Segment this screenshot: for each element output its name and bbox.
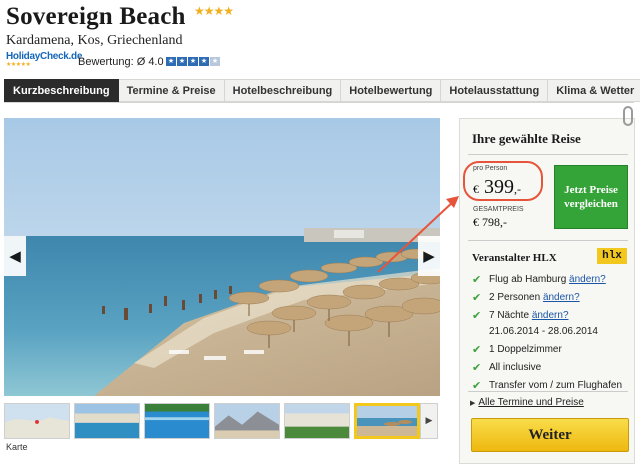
total-price-label: GESAMTPREIS xyxy=(473,206,524,213)
gallery-next-button[interactable]: ▶ xyxy=(418,236,440,276)
tab-klima-wetter[interactable]: Klima & Wetter xyxy=(548,79,640,102)
feature-text: Flug ab Hamburg xyxy=(489,274,567,285)
thumbnail-garden[interactable] xyxy=(284,403,350,439)
check-icon: ✔ xyxy=(472,361,482,374)
check-icon: ✔ xyxy=(472,379,482,392)
check-icon: ✔ xyxy=(472,291,482,304)
feature-text: 1 Doppelzimmer xyxy=(489,344,562,355)
thumbnail-hotel-pool[interactable] xyxy=(74,403,140,439)
check-icon: ✔ xyxy=(472,309,482,322)
tab-divider xyxy=(4,102,634,103)
thumbnail-beach[interactable] xyxy=(354,403,420,439)
paperclip-icon xyxy=(623,106,633,126)
change-link[interactable]: ändern? xyxy=(543,292,580,303)
gallery-prev-button[interactable]: ◀ xyxy=(4,236,26,276)
rating-star-icon: ★ xyxy=(166,57,176,66)
hotel-name: Sovereign Beach xyxy=(6,3,186,30)
tab-hotelbeschreibung[interactable]: Hotelbeschreibung xyxy=(224,79,342,102)
all-dates-link[interactable]: ▶ Alle Termine und Preise xyxy=(470,397,584,408)
feature-item: ✔ All inclusive xyxy=(470,359,630,377)
all-dates-link-text[interactable]: Alle Termine und Preise xyxy=(478,397,583,408)
feature-text: 7 Nächte xyxy=(489,310,530,321)
divider xyxy=(468,154,628,155)
rating-label: Bewertung: Ø 4.0 xyxy=(78,56,164,68)
rating-stars: ★ ★ ★ ★ ★ xyxy=(166,57,220,66)
feature-item: ✔ 1 Doppelzimmer xyxy=(470,341,630,359)
chevron-right-icon: ▶ xyxy=(423,247,435,265)
feature-text: 2 Personen xyxy=(489,292,541,303)
feature-item: ✔ Transfer vom / zum Flughafen xyxy=(470,377,630,395)
check-icon: ✔ xyxy=(472,343,482,356)
rating-star-icon: ★ xyxy=(199,57,209,66)
trip-features: ✔ Flug ab Hamburg ändern? ✔ 2 Personen ände… xyxy=(470,271,630,395)
tab-bar: Kurzbeschreibung Termine & Preise Hotelbes… xyxy=(4,79,640,102)
divider xyxy=(468,240,628,241)
change-link[interactable]: ändern? xyxy=(569,274,606,285)
feature-item: ✔ 7 Nächte ändern? xyxy=(470,307,630,325)
tab-termine-preise[interactable]: Termine & Preise xyxy=(118,79,225,102)
tab-kurzbeschreibung[interactable]: Kurzbeschreibung xyxy=(4,79,119,102)
change-link[interactable]: ändern? xyxy=(532,310,569,321)
date-range: 21.06.2014 - 28.06.2014 xyxy=(489,326,598,337)
thumbnail-next-button[interactable]: ▶ xyxy=(420,403,438,439)
total-price: € 798,- xyxy=(473,215,507,229)
hotel-stars-icon: ★★★★ xyxy=(194,4,234,18)
thumbnail-pool[interactable] xyxy=(144,403,210,439)
chevron-left-icon: ◀ xyxy=(9,247,21,265)
rating-star-icon: ★ xyxy=(177,57,187,66)
photo-gallery[interactable] xyxy=(4,118,440,396)
feature-item: ✔ 2 Personen ändern? xyxy=(470,289,630,307)
tab-hotelausstattung[interactable]: Hotelausstattung xyxy=(441,79,549,102)
price-highlight-annotation xyxy=(463,161,543,201)
thumbnail-mountains[interactable] xyxy=(214,403,280,439)
hlx-logo: hlx xyxy=(597,248,627,264)
thumbnail-map[interactable] xyxy=(4,403,70,439)
trip-title: Ihre gewählte Reise xyxy=(472,131,581,146)
compare-prices-button[interactable]: Jetzt Preise vergleichen xyxy=(554,165,628,229)
operator-label: Veranstalter HLX xyxy=(472,252,557,264)
thumbnail-strip xyxy=(4,403,420,439)
map-label: Karte xyxy=(6,442,28,452)
feature-text: All inclusive xyxy=(489,362,542,373)
feature-text: Transfer vom / zum Flughafen xyxy=(489,380,623,391)
check-icon: ✔ xyxy=(472,273,482,286)
continue-button[interactable]: Weiter xyxy=(471,418,629,452)
feature-item: ✔ Flug ab Hamburg ändern? xyxy=(470,271,630,289)
holidaycheck-stars-icon: ★★★★★ xyxy=(6,62,31,68)
beach-photo xyxy=(4,118,440,396)
divider xyxy=(468,391,628,392)
triangle-right-icon: ▶ xyxy=(470,400,476,407)
rating-star-icon: ★ xyxy=(188,57,198,66)
tab-hotelbewertung[interactable]: Hotelbewertung xyxy=(341,79,442,102)
chevron-right-icon: ▶ xyxy=(425,416,433,426)
rating-star-icon: ★ xyxy=(210,57,220,66)
holidaycheck-logo[interactable]: HolidayCheck.de ★★★★★ xyxy=(6,51,82,68)
hotel-location: Kardamena, Kos, Griechenland xyxy=(6,33,183,48)
